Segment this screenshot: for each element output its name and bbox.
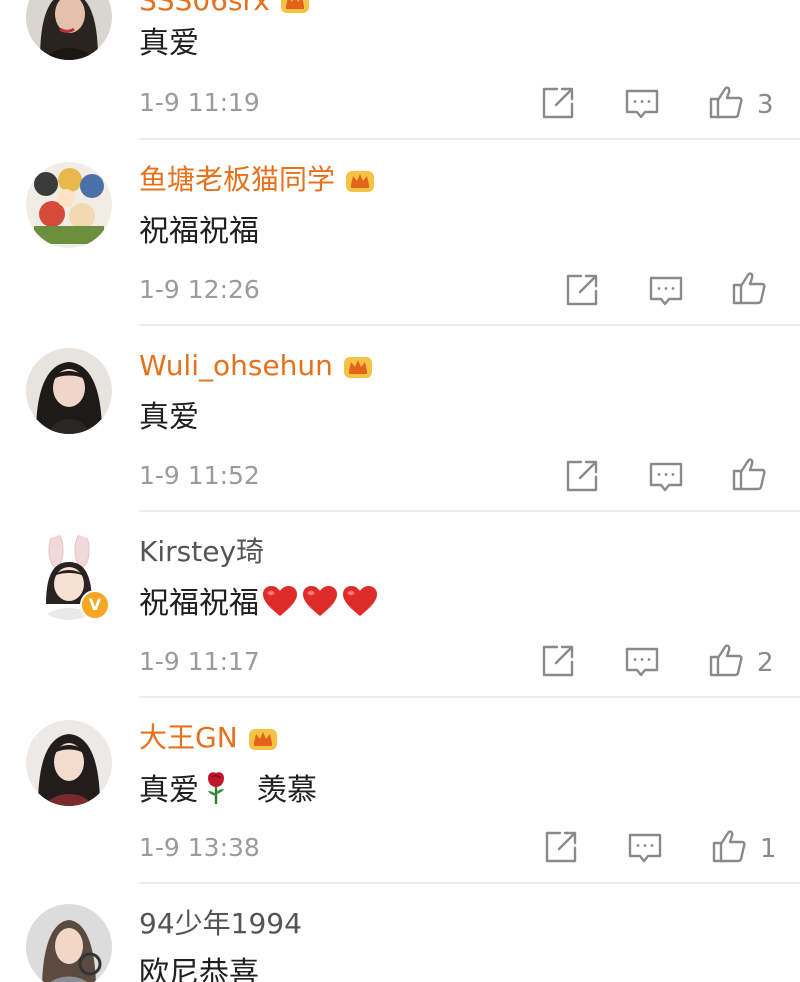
comment-text-before: 真爱	[139, 773, 199, 808]
thumbs-up-icon[interactable]	[731, 456, 767, 492]
timestamp: 1-9 11:52	[139, 461, 260, 490]
username-text[interactable]: Wuli_ohsehun	[139, 349, 333, 383]
comment-text-content: 祝福祝福	[139, 586, 259, 621]
comment-item: 鱼塘老板猫同学 祝福祝福 1-9 12:26	[0, 140, 800, 326]
username[interactable]: Kirstey琦	[139, 535, 264, 569]
avatar[interactable]	[26, 904, 112, 982]
comment-text: 祝福祝福	[139, 214, 259, 249]
username-text[interactable]: 鱼塘老板猫同学	[139, 163, 335, 197]
forward-icon[interactable]	[540, 85, 576, 121]
timestamp: 1-9 13:38	[139, 833, 260, 862]
comment-item: SSS06srx 真爱 1-9 11:19 3	[0, 0, 800, 140]
thumbs-up-icon[interactable]	[708, 84, 744, 120]
comment-item: Wuli_ohsehun 真爱 1-9 11:52	[0, 326, 800, 512]
timestamp: 1-9 11:19	[139, 88, 260, 117]
comment-icon[interactable]	[648, 273, 684, 309]
avatar[interactable]	[26, 348, 112, 434]
vip-crown-icon	[248, 729, 277, 750]
comment-item: 94少年1994 欧尼恭喜	[0, 884, 800, 982]
like-count: 1	[760, 834, 777, 864]
forward-icon[interactable]	[564, 272, 600, 308]
username-text[interactable]: SSS06srx	[139, 0, 270, 18]
timestamp: 1-9 11:17	[139, 647, 260, 676]
like-count: 2	[757, 648, 774, 678]
username[interactable]: Wuli_ohsehun	[139, 349, 375, 383]
comment-text: 真爱	[139, 26, 199, 61]
heart-emoji	[343, 586, 377, 616]
forward-icon[interactable]	[540, 643, 576, 679]
comment-text: 真爱	[139, 400, 199, 435]
avatar[interactable]	[26, 0, 112, 60]
username[interactable]: 鱼塘老板猫同学	[139, 163, 377, 197]
verified-badge: V	[80, 590, 110, 620]
comment-icon[interactable]	[624, 86, 660, 122]
avatar[interactable]	[26, 720, 112, 806]
heart-emoji	[303, 586, 337, 616]
like-count: 3	[757, 90, 774, 120]
username[interactable]: 大王GN	[139, 721, 280, 755]
username-text[interactable]: 大王GN	[139, 721, 238, 755]
username[interactable]: SSS06srx	[139, 0, 312, 18]
forward-icon[interactable]	[564, 458, 600, 494]
comment-item: 大王GN 真爱 羡慕 1-9 13:38 1	[0, 698, 800, 884]
thumbs-up-icon[interactable]	[731, 270, 767, 306]
thumbs-up-icon[interactable]	[708, 642, 744, 678]
rose-emoji	[206, 771, 226, 806]
vip-crown-icon	[346, 171, 375, 192]
comment-text-after: 羡慕	[257, 773, 317, 808]
comment-icon[interactable]	[627, 830, 663, 866]
comment-text: 真爱 羡慕	[139, 770, 317, 811]
comment-feed: SSS06srx 真爱 1-9 11:19 3 鱼塘老板猫同学 祝福祝福 1-9…	[0, 0, 800, 982]
timestamp: 1-9 12:26	[139, 275, 260, 304]
heart-emoji	[263, 586, 297, 616]
vip-crown-icon	[343, 357, 372, 378]
thumbs-up-icon[interactable]	[711, 828, 747, 864]
vip-crown-icon	[280, 0, 309, 13]
comment-icon[interactable]	[624, 644, 660, 680]
comment-text: 祝福祝福	[139, 584, 379, 624]
username-text[interactable]: Kirstey琦	[139, 535, 264, 569]
comment-item: V Kirstey琦 祝福祝福 1-9 11:17 2	[0, 512, 800, 698]
comment-text: 欧尼恭喜	[139, 956, 259, 982]
avatar[interactable]	[26, 162, 112, 248]
username[interactable]: 94少年1994	[139, 907, 302, 941]
comment-icon[interactable]	[648, 459, 684, 495]
forward-icon[interactable]	[543, 829, 579, 865]
username-text[interactable]: 94少年1994	[139, 907, 302, 941]
